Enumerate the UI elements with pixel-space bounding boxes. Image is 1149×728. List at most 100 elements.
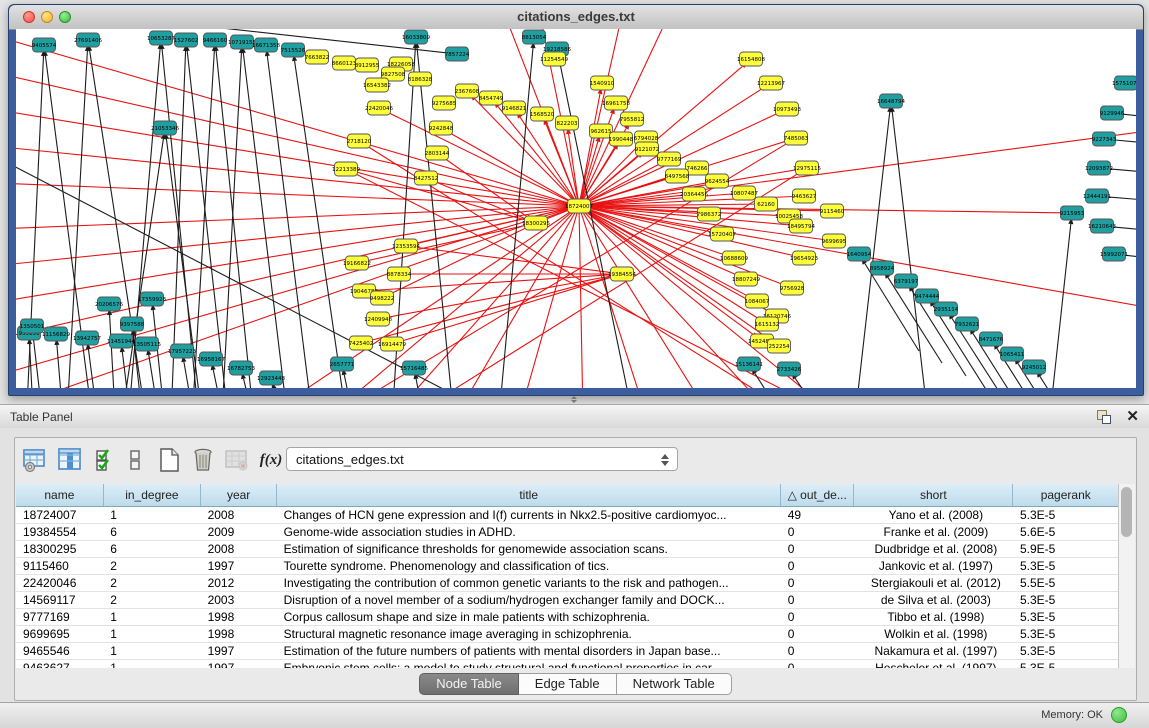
graph-edge-black[interactable] (1113, 227, 1136, 232)
table-cell[interactable]: 2008 (201, 541, 277, 558)
table-cell[interactable]: 1 (103, 626, 200, 643)
table-cell[interactable]: Nakamura et al. (1997) (854, 643, 1013, 660)
panel-divider[interactable] (0, 394, 1149, 404)
table-cell[interactable]: Dudbridge et al. (2008) (854, 541, 1013, 558)
column-header[interactable]: △ out_de... (781, 484, 854, 507)
function-builder-button[interactable]: f(x) (257, 446, 285, 474)
graph-edge-black[interactable] (1110, 169, 1136, 174)
table-row[interactable]: 1872400712008Changes of HCN gene express… (16, 507, 1119, 524)
table-cell[interactable]: 0 (781, 592, 854, 609)
close-panel-icon[interactable]: ✕ (1126, 407, 1139, 425)
table-cell[interactable]: 18724007 (16, 507, 103, 524)
column-header[interactable]: pagerank (1013, 484, 1119, 507)
table-cell[interactable]: 1997 (201, 643, 277, 660)
table-row[interactable]: 1456911722003Disruption of a novel membe… (16, 592, 1119, 609)
graph-edge-black[interactable] (295, 61, 354, 388)
table-cell[interactable]: 2 (103, 575, 200, 592)
column-header[interactable]: year (201, 484, 277, 507)
graph-edge-black[interactable] (57, 345, 64, 388)
column-header[interactable]: in_degree (103, 484, 200, 507)
clear-selection-button[interactable] (121, 446, 149, 474)
graph-edge-black[interactable] (892, 112, 934, 388)
table-cell[interactable]: 9463627 (16, 660, 103, 669)
table-cell[interactable]: 2008 (201, 507, 277, 524)
graph-edge-black[interactable] (1040, 376, 1094, 388)
table-selector-combobox[interactable]: citations_edges.txt (286, 447, 678, 471)
table-cell[interactable]: Stergiakouli et al. (2012) (854, 575, 1013, 592)
table-cell[interactable]: 49 (781, 507, 854, 524)
tab-network-table[interactable]: Network Table (617, 673, 732, 695)
table-cell[interactable]: Yano et al. (2008) (854, 507, 1013, 524)
tab-node-table[interactable]: Node Table (419, 673, 519, 695)
graph-edge-red[interactable] (579, 206, 584, 388)
table-cell[interactable]: 5.3E-5 (1013, 660, 1119, 669)
table-cell[interactable]: 5.3E-5 (1013, 643, 1119, 660)
graph-edge-red[interactable] (16, 141, 579, 206)
table-cell[interactable]: Investigating the contribution of common… (277, 575, 781, 592)
window-titlebar[interactable]: citations_edges.txt (9, 5, 1143, 30)
table-cell[interactable]: 0 (781, 524, 854, 541)
delete-table-button[interactable] (223, 446, 251, 474)
table-cell[interactable]: 5.3E-5 (1013, 626, 1119, 643)
table-cell[interactable]: 5.3E-5 (1013, 558, 1119, 575)
table-cell[interactable]: 1 (103, 660, 200, 669)
table-cell[interactable]: Hescheler et al. (1997) (854, 660, 1013, 669)
graph-edge-black[interactable] (1108, 197, 1136, 202)
table-cell[interactable]: 6 (103, 541, 200, 558)
table-cell[interactable]: Tourette syndrome. Phenomenology and cla… (277, 558, 781, 575)
table-row[interactable]: 946362711997Embryonic stem cells: a mode… (16, 660, 1119, 669)
table-cell[interactable]: 2 (103, 558, 200, 575)
float-panel-icon[interactable] (1097, 410, 1111, 424)
graph-edge-red[interactable] (357, 225, 525, 263)
graph-edge-red[interactable] (579, 206, 1136, 321)
column-header[interactable]: title (277, 484, 781, 507)
table-cell[interactable]: 1 (103, 507, 200, 524)
table-cell[interactable]: 0 (781, 575, 854, 592)
graph-edge-black[interactable] (1115, 140, 1136, 145)
graph-edge-red[interactable] (16, 206, 579, 351)
table-row[interactable]: 977716911998Corpus callosum shape and si… (16, 609, 1119, 626)
table-cell[interactable]: Disruption of a novel member of a sodium… (277, 592, 781, 609)
table-cell[interactable]: 2 (103, 592, 200, 609)
graph-edge-red[interactable] (16, 101, 579, 206)
table-cell[interactable]: Franke et al. (2009) (854, 524, 1013, 541)
table-cell[interactable]: 1 (103, 643, 200, 660)
table-cell[interactable]: de Silva et al. (2003) (854, 592, 1013, 609)
graph-edge-black[interactable] (344, 375, 356, 388)
table-row[interactable]: 1938455462009Genome-wide association stu… (16, 524, 1119, 541)
show-columns-button[interactable] (56, 446, 84, 474)
table-cell[interactable]: 0 (781, 541, 854, 558)
graph-edge-black[interactable] (88, 349, 99, 388)
table-mode-button[interactable] (21, 446, 49, 474)
table-scrollbar[interactable] (1118, 484, 1135, 668)
table-cell[interactable]: Genome-wide association studies in ADHD. (277, 524, 781, 541)
table-cell[interactable]: 14569117 (16, 592, 103, 609)
table-row[interactable]: 1830029562008Estimation of significance … (16, 541, 1119, 558)
table-cell[interactable]: 5.5E-5 (1013, 575, 1119, 592)
table-cell[interactable]: 5.9E-5 (1013, 541, 1119, 558)
table-cell[interactable]: 1997 (201, 660, 277, 669)
table-cell[interactable]: Tibbo et al. (1998) (854, 609, 1013, 626)
table-cell[interactable]: Jankovic et al. (1997) (854, 558, 1013, 575)
table-cell[interactable]: 0 (781, 643, 854, 660)
graph-edge-black[interactable] (1044, 224, 1071, 388)
table-cell[interactable]: 9699695 (16, 626, 103, 643)
table-cell[interactable]: 9115460 (16, 558, 103, 575)
graph-edge-red[interactable] (16, 206, 579, 271)
table-cell[interactable]: 1998 (201, 609, 277, 626)
graph-edge-black[interactable] (110, 315, 116, 388)
network-canvas[interactable]: 9405574276914061065328715276029466160107… (16, 29, 1136, 388)
table-cell[interactable]: 5.3E-5 (1013, 592, 1119, 609)
table-cell[interactable]: Estimation of the future numbers of pati… (277, 643, 781, 660)
table-cell[interactable]: 5.3E-5 (1013, 507, 1119, 524)
scrollbar-thumb[interactable] (1121, 487, 1132, 537)
table-cell[interactable]: Structural magnetic resonance image aver… (277, 626, 781, 643)
table-cell[interactable]: 6 (103, 524, 200, 541)
table-cell[interactable]: Wolkin et al. (1998) (854, 626, 1013, 643)
table-row[interactable]: 969969511998Structural magnetic resonanc… (16, 626, 1119, 643)
graph-edge-black[interactable] (243, 53, 294, 388)
table-cell[interactable]: 5.6E-5 (1013, 524, 1119, 541)
table-cell[interactable]: 0 (781, 660, 854, 669)
graph-edge-red[interactable] (356, 174, 944, 388)
column-header[interactable]: name (16, 484, 103, 507)
